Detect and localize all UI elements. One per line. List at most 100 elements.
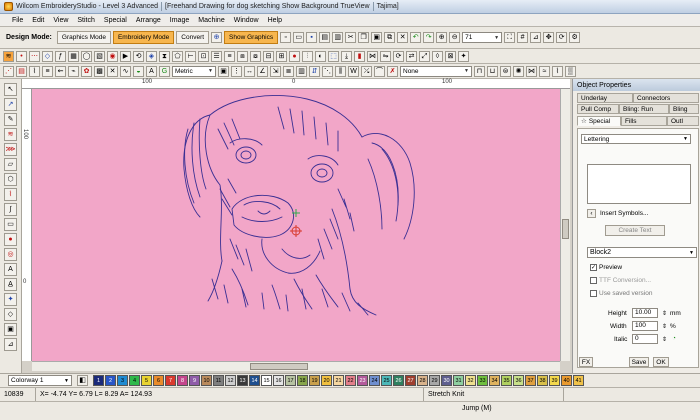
measure-tool-icon[interactable]: ⊿ <box>4 338 17 351</box>
color-swatch-33[interactable]: 33 <box>477 375 488 386</box>
color-swatch-37[interactable]: 37 <box>525 375 536 386</box>
use-saved-version-checkbox[interactable]: Use saved version <box>590 290 652 297</box>
hide-icon[interactable]: ◐ <box>315 50 326 62</box>
color-swatch-1[interactable]: 1 <box>93 375 104 386</box>
applique-icon[interactable]: ▩ <box>94 65 105 77</box>
vertical-scroll-thumb[interactable] <box>562 219 569 239</box>
color-swatch-22[interactable]: 22 <box>345 375 356 386</box>
applique-tool-icon[interactable]: ◇ <box>4 308 17 321</box>
color-swatch-2[interactable]: 2 <box>105 375 116 386</box>
collapse-arrow-icon[interactable]: ‹ <box>587 209 596 218</box>
measure-icon[interactable]: ⊿ <box>530 32 542 43</box>
trueview-icon[interactable]: ◉ <box>107 50 118 62</box>
color-swatch-36[interactable]: 36 <box>513 375 524 386</box>
width-stepper-icon[interactable]: ⇕ <box>662 323 667 330</box>
font-select[interactable]: Block2 ▼ <box>587 247 697 258</box>
stipple-icon[interactable]: ∿ <box>120 65 131 77</box>
color-swatch-29[interactable]: 29 <box>429 375 440 386</box>
spacing-icon[interactable]: ↔ <box>244 65 255 77</box>
spiral-icon[interactable]: ◎ <box>4 248 17 261</box>
run-tool-icon[interactable]: ⌇ <box>4 188 17 201</box>
color-palette-icon[interactable]: ◧ <box>77 375 88 386</box>
zoom-fit-icon[interactable]: ⛶ <box>504 32 516 43</box>
copy-icon[interactable]: ❐ <box>358 32 370 43</box>
color-swatch-20[interactable]: 20 <box>321 375 332 386</box>
pan-icon[interactable]: ✥ <box>543 32 555 43</box>
florentine-icon[interactable]: ⌇ <box>552 65 563 77</box>
menu-file[interactable]: File <box>12 17 23 24</box>
graphics-mode-button[interactable]: Graphics Mode <box>56 31 111 44</box>
cap-icon[interactable]: ⊓ <box>474 65 485 77</box>
color-swatch-10[interactable]: 10 <box>201 375 212 386</box>
wave-icon[interactable]: ≈ <box>539 65 550 77</box>
color-swatch-6[interactable]: 6 <box>153 375 164 386</box>
color-swatch-11[interactable]: 11 <box>213 375 224 386</box>
ruler-icon[interactable]: ⊢ <box>185 50 196 62</box>
color-swatch-21[interactable]: 21 <box>333 375 344 386</box>
layer-icon[interactable]: ☰ <box>211 50 222 62</box>
angle-icon[interactable]: ∠ <box>257 65 268 77</box>
color-swatch-26[interactable]: 26 <box>393 375 404 386</box>
reshape-icon[interactable]: ◊ <box>432 50 443 62</box>
zoom-in-icon[interactable]: ⊕ <box>436 32 448 43</box>
color-swatch-16[interactable]: 16 <box>273 375 284 386</box>
menu-window[interactable]: Window <box>234 17 259 24</box>
zoom-out-icon[interactable]: ⊖ <box>449 32 461 43</box>
monogram-icon[interactable]: A̲ <box>4 278 17 291</box>
freehand-icon[interactable]: ∫ <box>4 203 17 216</box>
height-input[interactable]: 10.00 <box>632 308 658 318</box>
tab-fills[interactable]: Fills <box>621 116 667 126</box>
lock-icon[interactable]: ⊟ <box>263 50 274 62</box>
open-folder-icon[interactable]: ▭ <box>293 32 305 43</box>
record-icon[interactable]: ● <box>289 50 300 62</box>
color-swatch-35[interactable]: 35 <box>501 375 512 386</box>
color-swatch-5[interactable]: 5 <box>141 375 152 386</box>
underlay-icon[interactable]: ▥ <box>296 65 307 77</box>
reshape-tool-icon[interactable]: ↗ <box>4 98 17 111</box>
insert-symbols-button[interactable]: Insert Symbols... <box>600 210 648 217</box>
fill-holes-icon[interactable]: ⬡ <box>4 173 17 186</box>
join-icon[interactable]: ⊔ <box>487 65 498 77</box>
fx-button[interactable]: FX <box>579 357 593 367</box>
menu-stitch[interactable]: Stitch <box>77 17 95 24</box>
no-fill-icon[interactable]: ✗ <box>387 65 398 77</box>
object-type-combo[interactable]: Lettering ▼ <box>581 134 691 144</box>
layers-stitch-icon[interactable]: ≣ <box>283 65 294 77</box>
tab-underlay[interactable]: Underlay <box>577 93 633 103</box>
ttf-conversion-button[interactable]: TTF Conversion... <box>590 277 651 284</box>
texture-icon[interactable]: ▒ <box>565 65 576 77</box>
density-icon[interactable]: ⋮ <box>231 65 242 77</box>
satin-icon[interactable]: ⋰ <box>3 65 14 77</box>
ok-button[interactable]: OK <box>653 357 669 367</box>
color-film-icon[interactable]: ▮ <box>354 50 365 62</box>
select-all-icon[interactable]: ⬚ <box>328 50 339 62</box>
color-swatch-13[interactable]: 13 <box>237 375 248 386</box>
select-arrow-icon[interactable]: ↖ <box>4 83 17 96</box>
curve-icon[interactable]: ⌒ <box>374 65 385 77</box>
circle-icon[interactable]: ● <box>4 233 17 246</box>
menu-edit[interactable]: Edit <box>32 17 44 24</box>
show-bitmap-icon[interactable]: ▧ <box>94 50 105 62</box>
vertical-scrollbar[interactable] <box>560 89 570 361</box>
menu-machine[interactable]: Machine <box>198 17 224 24</box>
trim-icon[interactable]: ⤓ <box>341 50 352 62</box>
auto-split-icon[interactable]: ⫼ <box>335 65 346 77</box>
cross-stitch-icon[interactable]: ✕ <box>107 65 118 77</box>
rotate-icon[interactable]: ⟳ <box>393 50 404 62</box>
tab-bling[interactable]: Bling <box>669 104 699 114</box>
color-swatch-12[interactable]: 12 <box>225 375 236 386</box>
short-stitch-icon[interactable]: ⋱ <box>322 65 333 77</box>
color-swatch-34[interactable]: 34 <box>489 375 500 386</box>
color-swatch-7[interactable]: 7 <box>165 375 176 386</box>
print-icon[interactable]: ▤ <box>319 32 331 43</box>
stamp-icon[interactable]: ✦ <box>458 50 469 62</box>
motif-icon[interactable]: ✿ <box>81 65 92 77</box>
backstitch-icon[interactable]: ⇜ <box>55 65 66 77</box>
snap-icon[interactable]: ⊡ <box>198 50 209 62</box>
unlock-icon[interactable]: ⊞ <box>276 50 287 62</box>
save-button[interactable]: Save <box>629 357 649 367</box>
grid-icon[interactable]: # <box>517 32 529 43</box>
stitch-player-icon[interactable]: ▶ <box>120 50 131 62</box>
3d-view-icon[interactable]: ◈ <box>146 50 157 62</box>
menu-special[interactable]: Special <box>104 17 127 24</box>
